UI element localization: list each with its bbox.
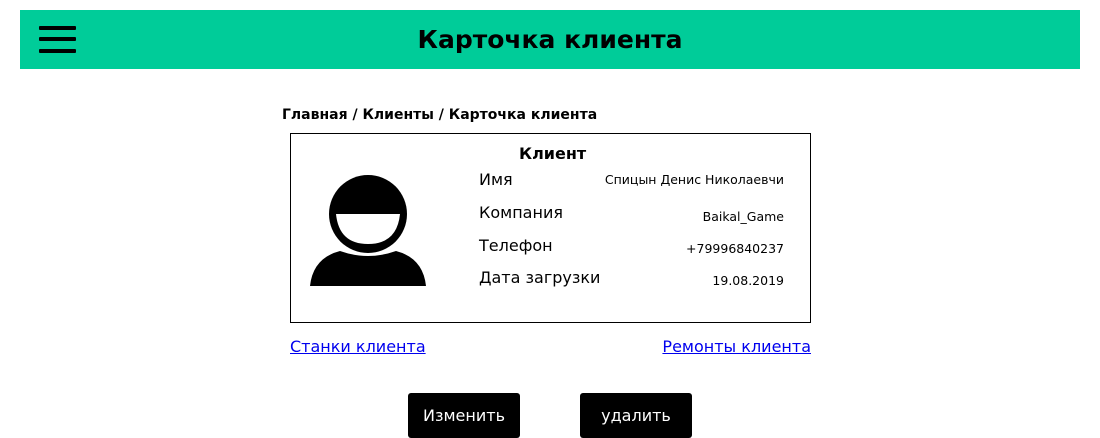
field-value-upload-date: 19.08.2019 bbox=[712, 273, 784, 288]
field-label-company: Компания bbox=[479, 203, 563, 222]
field-value-company: Baikal_Game bbox=[702, 209, 784, 224]
delete-button[interactable]: удалить bbox=[580, 393, 692, 438]
card-title: Клиент bbox=[519, 144, 587, 163]
field-value-phone: +79996840237 bbox=[686, 241, 784, 256]
client-repairs-link[interactable]: Ремонты клиента bbox=[662, 337, 811, 357]
edit-button[interactable]: Изменить bbox=[408, 393, 520, 438]
client-machines-link[interactable]: Станки клиента bbox=[290, 337, 426, 357]
header-bar: Карточка клиента bbox=[20, 10, 1080, 69]
field-label-upload-date: Дата загрузки bbox=[479, 268, 601, 287]
breadcrumb: Главная / Клиенты / Карточка клиента bbox=[282, 107, 598, 123]
client-card: Клиент Имя Спицын Денис Николаевчи Компа… bbox=[290, 133, 811, 323]
page-title: Карточка клиента bbox=[417, 25, 683, 54]
field-label-phone: Телефон bbox=[479, 236, 553, 255]
field-value-name: Спицын Денис Николаевчи bbox=[604, 172, 784, 187]
field-label-name: Имя bbox=[479, 170, 513, 189]
user-avatar-icon bbox=[310, 175, 426, 286]
